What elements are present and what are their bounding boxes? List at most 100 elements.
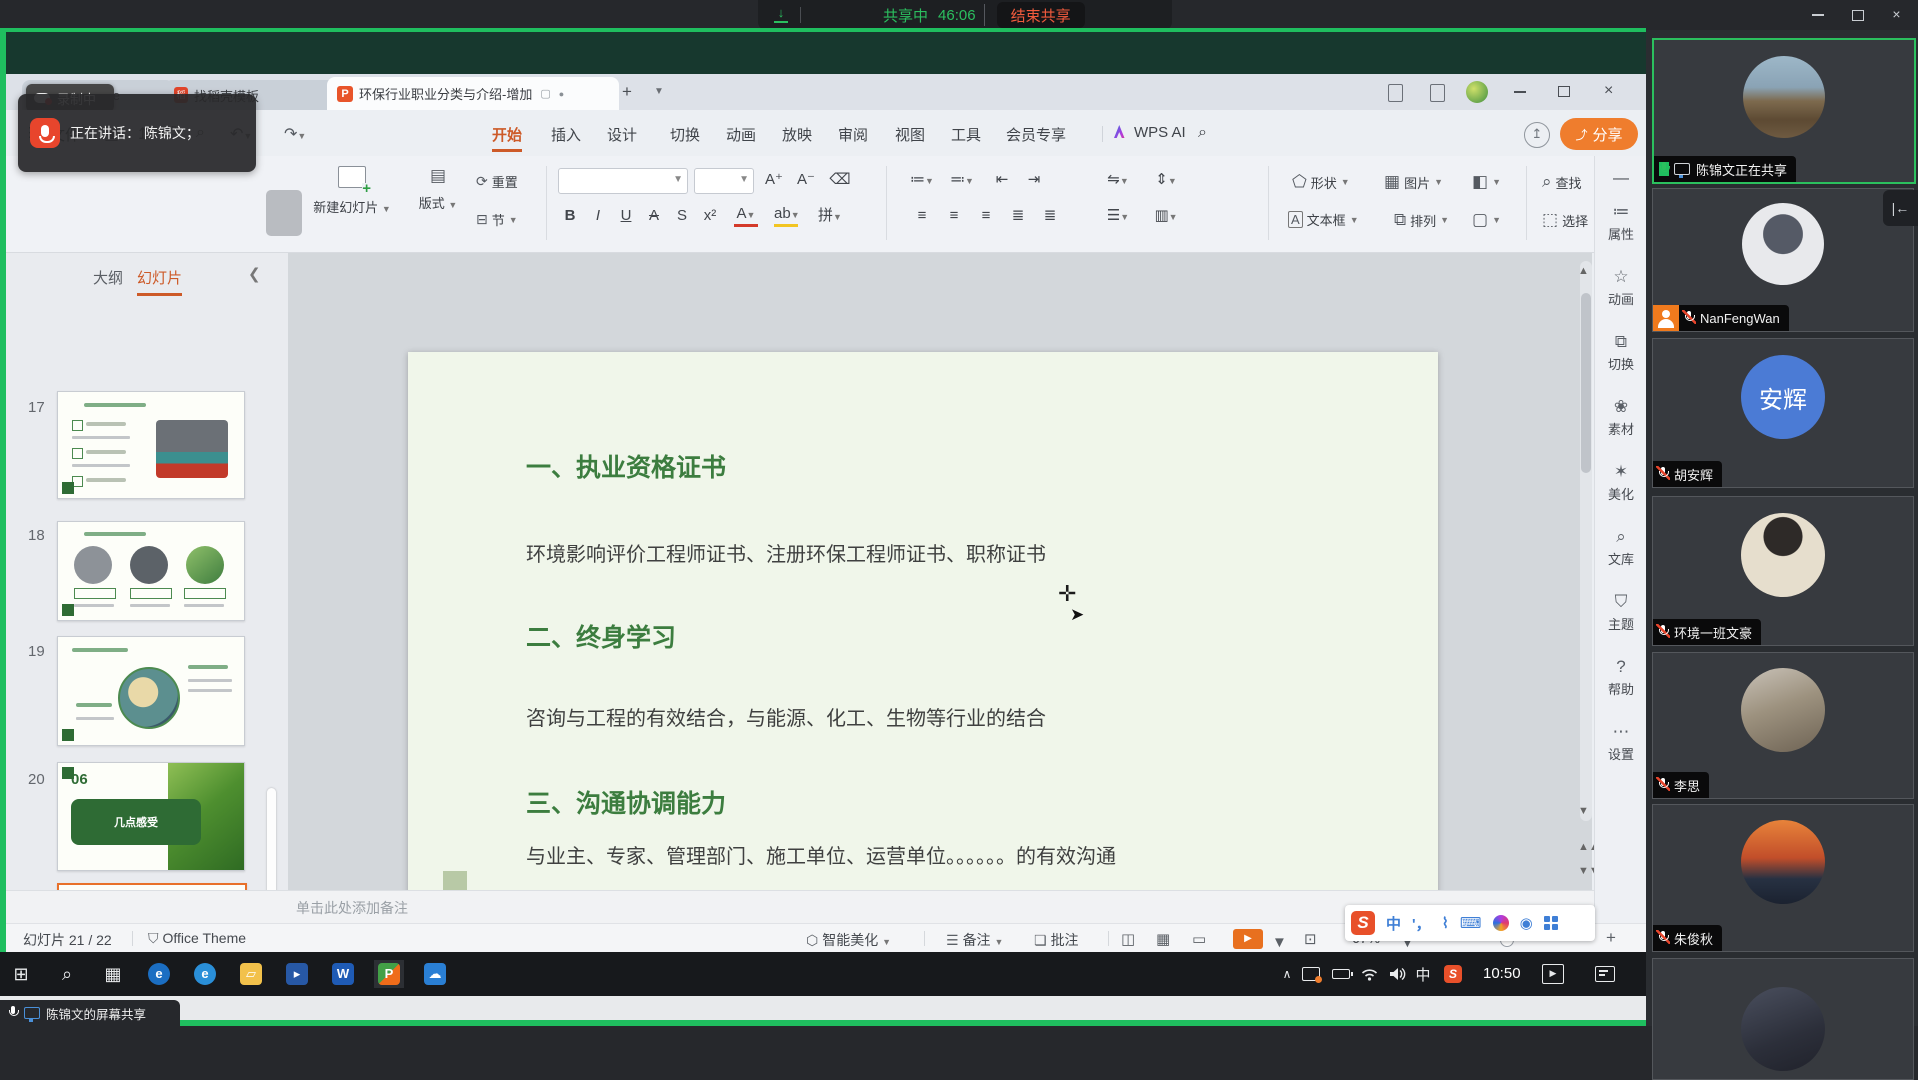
menu-design[interactable]: 设计	[607, 124, 637, 145]
menu-member[interactable]: 会员专享	[1006, 124, 1066, 145]
taskbar-clock[interactable]: 10:50	[1483, 965, 1521, 982]
punctuation-icon[interactable]: '，	[1412, 913, 1431, 934]
menu-wps-ai[interactable]: WPS AI	[1134, 124, 1186, 141]
paste-button[interactable]	[266, 190, 302, 236]
superscript-button[interactable]: x²	[698, 204, 722, 228]
slide-sorter-icon[interactable]: ▦	[1156, 930, 1170, 948]
participant-tile[interactable]	[1652, 958, 1914, 1080]
participant-tile[interactable]: NanFengWan	[1652, 188, 1914, 332]
menu-animation[interactable]: 动画	[726, 124, 756, 145]
collapse-panel-icon[interactable]: ❮	[248, 265, 261, 283]
new-tab-button[interactable]: +	[622, 82, 632, 102]
ime-mode-label[interactable]: 中	[1386, 913, 1401, 934]
doc-protect-icon[interactable]	[1388, 84, 1403, 102]
menu-transition[interactable]: 切换	[670, 124, 700, 145]
align-right-icon[interactable]: ≡	[974, 204, 998, 228]
doc-integrity-icon[interactable]	[1430, 84, 1445, 102]
slideshow-play-button[interactable]: ▶	[1233, 929, 1263, 949]
menu-insert[interactable]: 插入	[551, 124, 581, 145]
wps-restore-button[interactable]	[1558, 86, 1570, 97]
game-mode-icon[interactable]: ◉	[1520, 914, 1533, 932]
align-left-icon[interactable]: ≡	[910, 204, 934, 228]
smart-beautify-button[interactable]: ⬡智能美化 ▼	[806, 930, 891, 950]
wps-close-button[interactable]: ×	[1604, 82, 1613, 100]
edge-browser-icon[interactable]: e	[144, 960, 174, 988]
sogou-tray-icon[interactable]: S	[1438, 960, 1468, 988]
redo-icon[interactable]: ↷▼	[284, 124, 306, 144]
search-icon[interactable]: ⌕	[1198, 124, 1207, 142]
task-view-icon[interactable]: ▦	[98, 960, 128, 988]
align-center-icon[interactable]: ≡	[942, 204, 966, 228]
shape-fill-button[interactable]: ◧▼	[1472, 172, 1501, 192]
font-color-button[interactable]: A▼	[734, 204, 758, 227]
textbox-button[interactable]: A 文本框 ▼	[1288, 210, 1359, 229]
clear-format-icon[interactable]: ⌫	[828, 168, 852, 192]
shadow-button[interactable]: S	[670, 204, 694, 228]
sogou-logo-icon[interactable]: S	[1351, 911, 1375, 935]
tab-outline[interactable]: 大纲	[93, 267, 123, 288]
bold-button[interactable]: B	[558, 204, 582, 228]
rail-help[interactable]: ?帮助	[1595, 657, 1647, 698]
battery-tray-icon[interactable]	[1326, 960, 1356, 988]
rail-animation[interactable]: ☆动画	[1595, 267, 1647, 308]
rail-theme[interactable]: ⛉主题	[1595, 592, 1647, 633]
taskbar-search-icon[interactable]: ⌕	[52, 960, 82, 988]
section-button[interactable]: ⊟ 节 ▼	[476, 210, 518, 229]
vertical-scrollbar-thumb[interactable]	[1581, 293, 1591, 473]
participant-tile[interactable]: 李思	[1652, 652, 1914, 799]
scroll-up-arrow-icon[interactable]: ▲	[1578, 265, 1589, 277]
meeting-close-button[interactable]: ×	[1890, 8, 1903, 21]
strikethrough-button[interactable]: A	[642, 204, 666, 228]
rail-beautify[interactable]: ✶美化	[1595, 462, 1647, 503]
stop-share-button[interactable]: 结束共享	[997, 2, 1085, 28]
browser-icon[interactable]: e	[190, 960, 220, 988]
tab-active-presentation[interactable]: P 环保行业职业分类与介绍-增加 ▢ ●	[327, 77, 619, 110]
pinyin-button[interactable]: 拼▼	[818, 204, 842, 228]
font-size-select[interactable]: ▼	[694, 168, 754, 194]
menu-review[interactable]: 审阅	[838, 124, 868, 145]
distribute-icon[interactable]: ≣	[1038, 204, 1062, 228]
reset-button[interactable]: ⟳ 重置	[476, 172, 518, 191]
comments-button[interactable]: ❏批注	[1034, 930, 1079, 950]
rail-collapse-icon[interactable]: —	[1595, 170, 1647, 188]
rail-properties[interactable]: ≔属性	[1595, 202, 1647, 243]
slide-thumbnail-19[interactable]	[57, 636, 245, 746]
rail-settings[interactable]: ⋯设置	[1595, 722, 1647, 763]
video-tray-icon[interactable]: ▶	[1538, 960, 1568, 988]
share-button[interactable]: ⤴ 分享	[1560, 118, 1638, 150]
menu-view[interactable]: 视图	[895, 124, 925, 145]
wps-minimize-button[interactable]	[1514, 91, 1526, 93]
download-icon[interactable]: ↓	[774, 7, 788, 23]
participant-tile[interactable]: 安辉 胡安辉	[1652, 338, 1914, 488]
picture-button[interactable]: ▦ 图片 ▼	[1384, 172, 1443, 192]
tab-pin-icon[interactable]: ▢	[540, 87, 550, 100]
ime-mode-tray[interactable]: 中	[1408, 960, 1438, 988]
toolbox-grid-icon[interactable]	[1544, 916, 1558, 930]
start-button[interactable]: ⊞	[6, 960, 36, 988]
decrease-font-icon[interactable]: A⁻	[794, 168, 818, 192]
scroll-down-arrow-icon[interactable]: ▼	[1578, 805, 1589, 817]
quick-style-button[interactable]: ▢▼	[1472, 210, 1501, 230]
slide-thumbnail-18[interactable]	[57, 521, 245, 621]
participant-tile[interactable]: 朱俊秋	[1652, 804, 1914, 952]
play-options-chevron-icon[interactable]: ▼	[1272, 934, 1287, 951]
menu-tools[interactable]: 工具	[951, 124, 981, 145]
sidebar-collapse-handle[interactable]: |←	[1883, 190, 1918, 226]
menu-home[interactable]: 开始	[492, 124, 522, 152]
zoom-in-icon[interactable]: +	[1606, 928, 1616, 948]
fit-slide-icon[interactable]: ⊡	[1304, 930, 1317, 948]
justify-icon[interactable]: ≣	[1006, 204, 1030, 228]
reading-view-icon[interactable]: ▭	[1192, 930, 1206, 948]
increase-font-icon[interactable]: A⁺	[762, 168, 786, 192]
numbered-list-icon[interactable]: ≕▼	[950, 168, 974, 192]
file-explorer-icon[interactable]: ▱	[236, 960, 266, 988]
cloud-app-icon[interactable]: ☁	[420, 960, 450, 988]
columns-icon[interactable]: ▥▼	[1154, 204, 1178, 228]
new-slide-button[interactable]: 新建幻灯片 ▼	[302, 166, 402, 216]
shapes-button[interactable]: ⬠ 形状 ▼	[1292, 172, 1350, 192]
user-avatar[interactable]	[1466, 81, 1488, 103]
find-button[interactable]: ⌕ 查找	[1542, 172, 1582, 192]
wifi-tray-icon[interactable]	[1354, 960, 1384, 988]
upload-share-icon[interactable]: ↥	[1524, 122, 1550, 148]
voice-input-icon[interactable]: ⌇	[1442, 914, 1449, 932]
